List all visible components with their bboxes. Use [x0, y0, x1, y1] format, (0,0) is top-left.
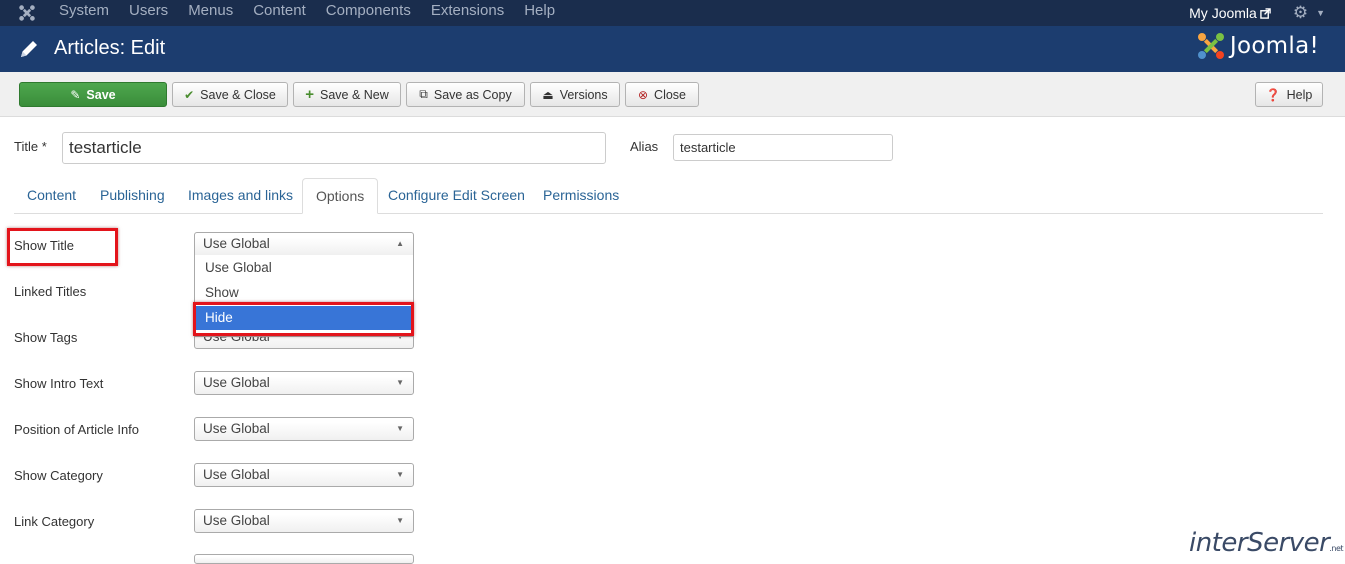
show-title-select[interactable]: Use Global ▲	[194, 232, 414, 256]
page-header: Articles: Edit Joomla!	[0, 26, 1345, 72]
archive-icon: ⏏	[542, 87, 554, 102]
tab-permissions[interactable]: Permissions	[530, 178, 632, 214]
menu-components[interactable]: Components	[326, 0, 411, 26]
tab-content[interactable]: Content	[14, 178, 89, 214]
my-joomla-label: My Joomla	[1189, 5, 1257, 21]
save-copy-label: Save as Copy	[433, 87, 512, 102]
next-option-select[interactable]	[194, 554, 414, 564]
save-as-copy-button[interactable]: ⧉ Save as Copy	[406, 82, 525, 107]
save-new-button[interactable]: + Save & New	[293, 82, 401, 107]
position-article-info-select[interactable]: Use Global ▼	[194, 417, 414, 441]
save-close-button[interactable]: ✔ Save & Close	[172, 82, 288, 107]
menu-system[interactable]: System	[59, 0, 109, 26]
joomla-menu-icon[interactable]	[18, 4, 36, 22]
option-label-show-tags: Show Tags	[14, 330, 78, 345]
top-menu-bar: System Users Menus Content Components Ex…	[0, 0, 1345, 26]
dropdown-option-use-global[interactable]: Use Global	[195, 256, 413, 280]
joomla-logo-text: Joomla!	[1229, 33, 1319, 59]
external-link-icon	[1260, 7, 1271, 19]
show-intro-text-value: Use Global	[203, 375, 270, 390]
option-label-position-article-info: Position of Article Info	[14, 422, 140, 437]
alias-label: Alias	[630, 139, 659, 154]
plus-icon: +	[305, 86, 314, 103]
versions-button[interactable]: ⏏ Versions	[530, 82, 620, 107]
close-label: Close	[654, 87, 687, 102]
chevron-down-icon: ▼	[396, 378, 404, 387]
tab-publishing[interactable]: Publishing	[87, 178, 178, 214]
link-category-value: Use Global	[203, 513, 270, 528]
watermark-suffix: .net	[1329, 544, 1343, 553]
versions-label: Versions	[559, 87, 608, 102]
close-button[interactable]: ⊗ Close	[625, 82, 699, 107]
link-category-select[interactable]: Use Global ▼	[194, 509, 414, 533]
joomla-logo-icon	[1197, 33, 1224, 59]
menu-menus[interactable]: Menus	[188, 0, 233, 26]
tab-options[interactable]: Options	[302, 178, 379, 214]
top-menu: System Users Menus Content Components Ex…	[59, 0, 575, 26]
save-button[interactable]: ✎ Save	[19, 82, 167, 107]
annotation-box-hide-option	[193, 302, 414, 336]
save-close-label: Save & Close	[200, 87, 276, 102]
option-label-linked-titles: Linked Titles	[14, 284, 87, 299]
show-title-value: Use Global	[203, 236, 270, 251]
show-category-select[interactable]: Use Global ▼	[194, 463, 414, 487]
help-button[interactable]: ❓ Help	[1255, 82, 1323, 107]
joomla-logo: Joomla!	[1196, 31, 1319, 61]
tab-configure-edit-screen[interactable]: Configure Edit Screen	[375, 178, 538, 214]
option-label-link-category: Link Category	[14, 514, 95, 529]
edit-tabs: Content Publishing Images and links Opti…	[14, 178, 1323, 214]
interserver-watermark: interServer.net	[1188, 528, 1344, 558]
title-label: Title *	[14, 139, 47, 154]
menu-extensions[interactable]: Extensions	[431, 0, 504, 26]
save-new-label: Save & New	[319, 87, 389, 102]
chevron-up-icon: ▲	[396, 239, 404, 248]
menu-help[interactable]: Help	[524, 0, 555, 26]
page-title: Articles: Edit	[54, 37, 166, 59]
tab-images-and-links[interactable]: Images and links	[175, 178, 306, 214]
save-label: Save	[86, 87, 116, 102]
check-icon: ✔	[184, 87, 195, 102]
chevron-down-icon: ▼	[396, 424, 404, 433]
chevron-down-icon: ▼	[396, 470, 404, 479]
menu-users[interactable]: Users	[129, 0, 168, 26]
menu-content[interactable]: Content	[253, 0, 306, 26]
alias-input-value: testarticle	[680, 140, 736, 155]
title-input[interactable]: testarticle	[62, 132, 606, 164]
close-icon: ⊗	[637, 87, 649, 102]
my-joomla-link[interactable]: My Joomla	[1189, 2, 1271, 24]
position-article-info-value: Use Global	[203, 421, 270, 436]
help-icon: ❓	[1265, 87, 1281, 102]
chevron-down-icon: ▼	[396, 516, 404, 525]
edit-icon: ✎	[70, 87, 81, 102]
help-label: Help	[1286, 87, 1313, 102]
copy-icon: ⧉	[419, 87, 428, 101]
show-category-value: Use Global	[203, 467, 270, 482]
toolbar: ✎ Save ✔ Save & Close + Save & New ⧉ Sav…	[0, 72, 1345, 117]
watermark-text: interServer	[1188, 528, 1330, 558]
title-input-value: testarticle	[69, 138, 142, 157]
gear-icon[interactable]: ⚙	[1293, 2, 1308, 24]
chevron-down-icon[interactable]: ▼	[1316, 2, 1325, 24]
pencil-icon	[21, 41, 37, 57]
show-intro-text-select[interactable]: Use Global ▼	[194, 371, 414, 395]
option-label-show-category: Show Category	[14, 468, 103, 483]
alias-input[interactable]: testarticle	[673, 134, 893, 161]
option-label-show-intro-text: Show Intro Text	[14, 376, 104, 391]
annotation-box-show-title	[7, 228, 118, 266]
